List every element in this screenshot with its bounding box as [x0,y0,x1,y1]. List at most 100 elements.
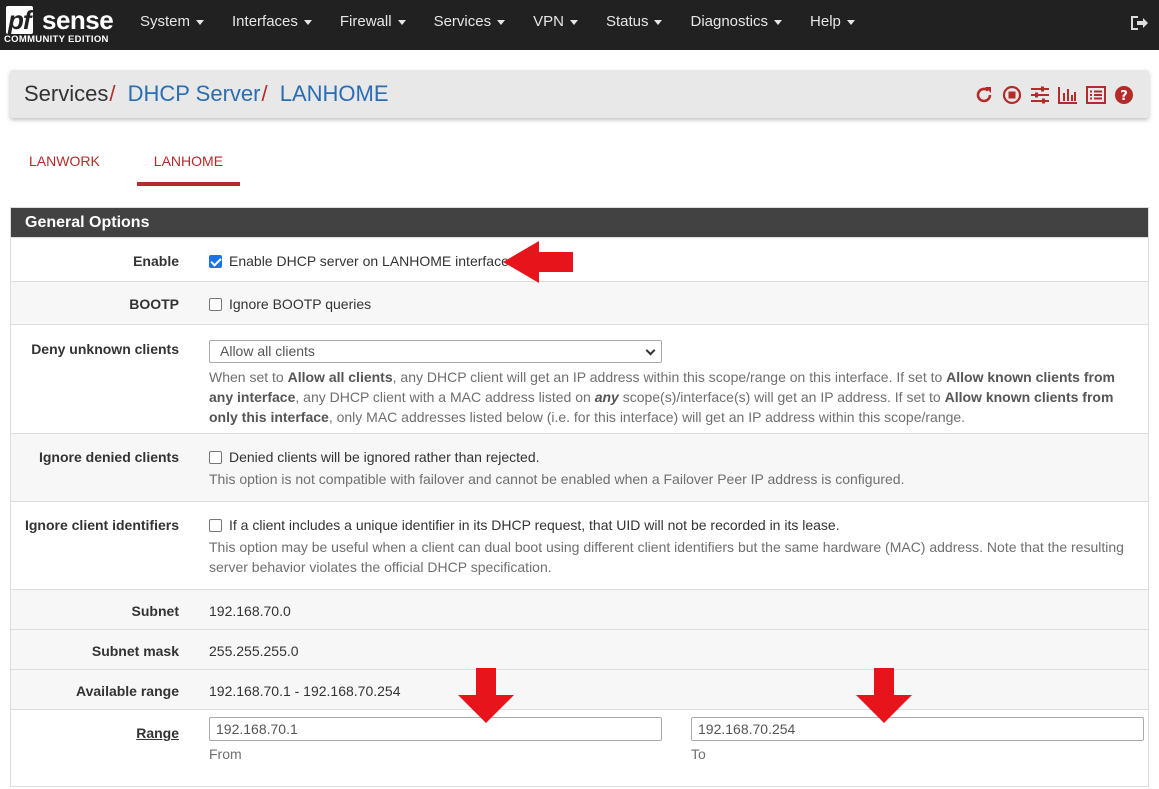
logo-pf-text: pf [6,5,33,35]
subnet-mask-row: Subnet mask 255.255.255.0 [11,629,1148,669]
logo-edition-text: COMMUNITY EDITION [4,34,109,45]
ignore-client-ids-row: Ignore client identifiers If a client in… [11,501,1148,589]
ignore-denied-control: Denied clients will be ignored rather th… [209,449,1138,489]
panel-title: General Options [11,208,1148,237]
nav-interfaces-label: Interfaces [232,13,298,30]
annotation-arrow-down [458,668,514,723]
annotation-arrow-left [503,241,573,283]
ignore-denied-checkbox-text: Denied clients will be ignored rather th… [229,449,540,465]
chevron-down-icon [569,19,578,25]
nav-help[interactable]: Help [796,0,869,50]
help-text: , any DHCP client will get an IP address… [392,369,947,385]
nav-firewall[interactable]: Firewall [326,0,420,50]
deny-unknown-row: Deny unknown clients Allow all clients W… [11,324,1148,433]
available-range-value: 192.168.70.1 - 192.168.70.254 [209,683,401,699]
ignore-denied-checkbox[interactable] [209,451,222,464]
chevron-down-icon [497,19,506,25]
chevron-down-icon [645,345,656,356]
main-menu: System Interfaces Firewall Services VPN … [126,0,869,50]
chevron-down-icon [303,19,312,25]
range-to-input[interactable] [691,717,1144,741]
ignore-client-ids-help: This option may be useful when a client … [209,539,1124,575]
top-navbar: pf sense COMMUNITY EDITION System Interf… [0,0,1159,50]
chevron-down-icon [196,19,205,25]
sign-out-icon[interactable] [1129,13,1149,33]
pfsense-logo[interactable]: pf sense COMMUNITY EDITION [4,5,114,46]
tab-lanhome[interactable]: LANHOME [136,140,241,186]
range-from-input[interactable] [209,717,662,741]
svg-text:?: ? [1120,89,1128,104]
enable-label: Enable [133,253,179,269]
breadcrumb-separator: / [261,81,268,106]
ignore-client-ids-checkbox-text: If a client includes a unique identifier… [229,517,840,533]
help-bold: any [594,389,619,405]
bootp-control: Ignore BOOTP queries [209,296,1138,312]
ignore-denied-row: Ignore denied clients Denied clients wil… [11,433,1148,501]
nav-status[interactable]: Status [592,0,677,50]
subnet-label: Subnet [131,603,179,619]
subnet-mask-label: Subnet mask [91,643,179,659]
subnet-mask-value: 255.255.255.0 [209,643,299,659]
ignore-denied-label: Ignore denied clients [38,449,179,465]
enable-checkbox[interactable] [209,255,222,268]
bootp-label: BOOTP [129,296,179,312]
nav-services[interactable]: Services [420,0,520,50]
breadcrumb-separator: / [109,81,116,106]
nav-diagnostics-label: Diagnostics [690,13,769,30]
nav-firewall-label: Firewall [339,13,392,30]
ignore-client-ids-label: Ignore client identifiers [24,517,179,533]
enable-checkbox-text: Enable DHCP server on LANHOME interface [229,253,509,269]
breadcrumb-root: Services [24,81,109,106]
deny-unknown-label: Deny unknown clients [31,341,179,357]
deny-unknown-selected: Allow all clients [220,343,315,359]
deny-unknown-select[interactable]: Allow all clients [209,340,662,363]
chevron-down-icon [846,19,855,25]
chevron-down-icon [397,19,406,25]
bootp-checkbox[interactable] [209,298,222,311]
logo-sense-text: sense [42,5,114,35]
nav-vpn[interactable]: VPN [519,0,592,50]
ignore-client-ids-checkbox[interactable] [209,519,222,532]
chevron-down-icon [654,19,663,25]
list-icon[interactable] [1085,84,1107,106]
nav-system[interactable]: System [126,0,218,50]
bar-chart-icon[interactable] [1057,84,1079,106]
enable-control: Enable DHCP server on LANHOME interface [209,253,1138,269]
restart-icon[interactable] [973,84,995,106]
nav-status-label: Status [605,13,649,30]
bootp-row: BOOTP Ignore BOOTP queries [11,281,1148,324]
chevron-down-icon [774,19,783,25]
help-bold: Allow all clients [287,369,393,385]
nav-interfaces[interactable]: Interfaces [218,0,326,50]
help-icon[interactable]: ? [1113,84,1135,106]
ignore-denied-help: This option is not compatible with failo… [209,471,905,487]
range-from-label: From [209,746,242,762]
range-to-label: To [691,746,706,762]
breadcrumb-dhcp-server-link[interactable]: DHCP Server [128,81,261,106]
available-range-row: Available range 192.168.70.1 - 192.168.7… [11,669,1148,709]
range-row: Range From To [11,709,1148,789]
sliders-icon[interactable] [1029,84,1051,106]
nav-system-label: System [140,13,191,30]
nav-vpn-label: VPN [533,13,564,30]
nav-services-label: Services [433,13,492,30]
general-options-panel: General Options Enable Enable DHCP serve… [10,207,1149,787]
tab-lanwork[interactable]: LANWORK [12,140,117,186]
enable-row: Enable Enable DHCP server on LANHOME int… [11,237,1148,281]
deny-unknown-help: When set to Allow all clients, any DHCP … [209,367,1138,427]
subnet-row: Subnet 192.168.70.0 [11,589,1148,629]
range-label[interactable]: Range [136,725,179,741]
subnet-value: 192.168.70.0 [209,603,291,619]
help-text: scope(s)/interface(s) will get an IP add… [618,389,945,405]
deny-unknown-control: Allow all clients When set to Allow all … [209,340,1138,427]
breadcrumb: Services/ DHCP Server/ LANHOME [24,81,389,107]
help-text: When set to [209,369,288,385]
stop-icon[interactable] [1001,84,1023,106]
help-text: , any DHCP client with a MAC address lis… [295,389,595,405]
page-action-icons: ? [973,84,1135,106]
nav-help-label: Help [810,13,841,30]
ignore-client-ids-control: If a client includes a unique identifier… [209,517,1138,577]
annotation-arrow-down [856,668,912,723]
nav-diagnostics[interactable]: Diagnostics [676,0,796,50]
breadcrumb-page-link[interactable]: LANHOME [280,81,389,106]
